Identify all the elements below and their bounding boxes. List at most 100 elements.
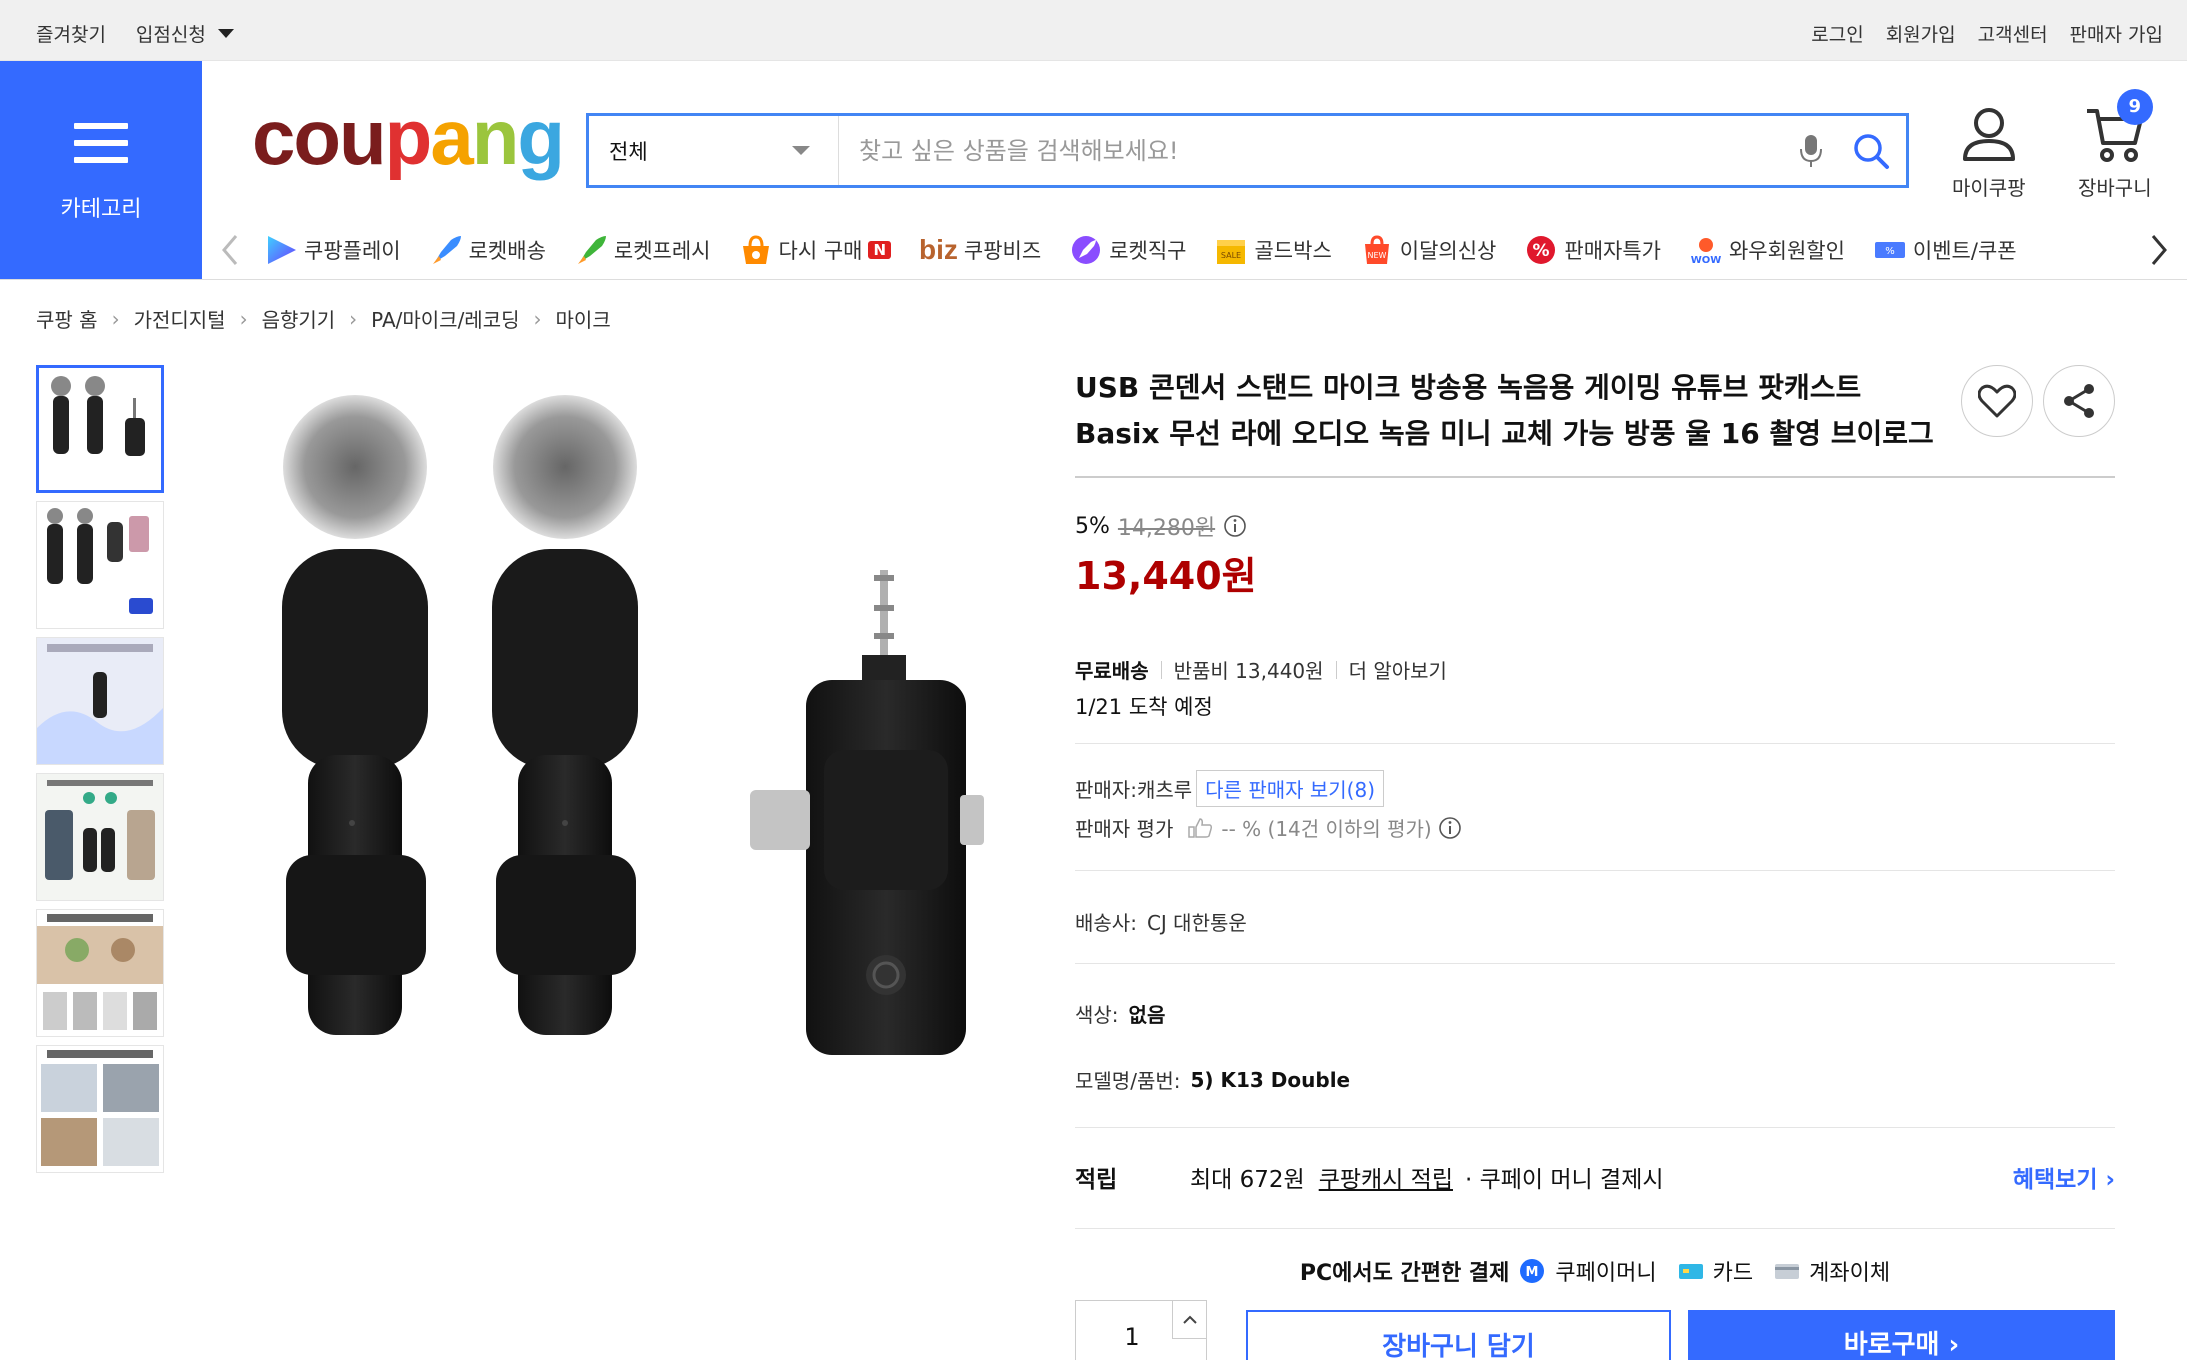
learn-more-link[interactable]: 더 알아보기 (1349, 655, 1447, 684)
original-price: 14,280원 (1117, 516, 1216, 541)
percent-badge-icon: % (1527, 236, 1556, 264)
divider (1075, 1127, 2115, 1128)
card-label: 카드 (1712, 1261, 1754, 1286)
discount-rate: 5% (1075, 513, 1110, 539)
product-thumbnail[interactable] (36, 773, 164, 901)
card-icon (1678, 1262, 1703, 1280)
nav-item-new-arrivals[interactable]: NEW 이달의신상 (1360, 234, 1497, 266)
wow-icon: WOW (1691, 238, 1721, 266)
nav-item-coupang-biz[interactable]: biz 쿠팡비즈 (919, 234, 1041, 266)
chevron-right-icon: › (349, 306, 358, 331)
seller-row: 판매자: 캐츠루 다른 판매자 보기(8) (1075, 770, 1385, 807)
coupang-logo[interactable]: coupang (252, 98, 565, 176)
breadcrumb-item[interactable]: 음향기기 (262, 304, 336, 333)
search-button[interactable] (1836, 116, 1906, 185)
product-thumbnail[interactable] (36, 365, 164, 493)
hamburger-icon (74, 123, 128, 174)
wishlist-button[interactable] (1961, 365, 2033, 437)
divider (1075, 476, 2115, 478)
nav-item-rebuy[interactable]: 다시 구매 N (739, 234, 892, 266)
divider (1075, 743, 2115, 744)
product-thumbnail[interactable] (36, 1045, 164, 1173)
microphone-icon (1800, 134, 1822, 167)
nav-label: 이달의신상 (1399, 239, 1497, 263)
info-icon[interactable] (1223, 514, 1247, 538)
nav-item-wow-discount[interactable]: WOW 와우회원할인 (1689, 234, 1845, 266)
breadcrumb-item[interactable]: 쿠팡 홈 (36, 304, 98, 333)
seller-name[interactable]: 캐츠루 (1137, 774, 1192, 803)
category-menu-button[interactable]: 카테고리 (0, 61, 202, 279)
info-icon[interactable] (1438, 816, 1462, 840)
cart-button[interactable]: 9 장바구니 (2078, 89, 2153, 201)
thumbs-up-icon (1188, 817, 1213, 838)
nav-label: 로켓직구 (1109, 239, 1187, 263)
shipping-row: 무료배송 반품비 13,440원 더 알아보기 (1075, 655, 1447, 684)
benefit-link[interactable]: 혜택보기 › (2013, 1160, 2115, 1194)
nav-label: 쿠팡비즈 (963, 239, 1042, 263)
breadcrumb-item[interactable]: 마이크 (556, 304, 611, 333)
nav-item-events-coupons[interactable]: % 이벤트/쿠폰 (1873, 234, 2017, 266)
seller-rating-value: -- % (14건 이하의 평가) (1221, 817, 1432, 841)
cart-label: 장바구니 (2078, 176, 2152, 200)
coupang-cash-link[interactable]: 쿠팡캐시 적립 (1319, 1160, 1453, 1194)
search-input[interactable] (839, 116, 1786, 185)
rebuy-icon (742, 235, 769, 264)
color-option-row[interactable]: 색상: 없음 (1075, 999, 1165, 1028)
breadcrumb-item[interactable]: 가전디지털 (134, 304, 226, 333)
play-icon (268, 236, 296, 264)
nav-label: 로켓배송 (468, 239, 546, 263)
seller-rating-row: 판매자 평가 -- % (14건 이하의 평가) (1075, 813, 1462, 842)
chevron-left-icon (222, 235, 238, 265)
search-scope-value: 전체 (609, 139, 648, 164)
breadcrumb: 쿠팡 홈 › 가전디지털 › 음향기기 › PA/마이크/레코딩 › 마이크 (36, 304, 611, 333)
arrival-date: 1/21 도착 예정 (1075, 695, 1213, 719)
carrier-label: 배송사: (1075, 911, 1137, 935)
nav-next-button[interactable] (2149, 234, 2169, 270)
main-product-image[interactable] (250, 365, 1050, 1185)
chevron-down-icon (792, 146, 810, 155)
chevron-up-icon (1182, 1315, 1197, 1324)
nav-item-rocket-delivery[interactable]: 로켓배송 (429, 234, 546, 266)
login-link[interactable]: 로그인 (1811, 20, 1863, 47)
nav-label: 와우회원할인 (1728, 239, 1845, 263)
free-shipping-label: 무료배송 (1075, 659, 1149, 683)
product-title: USB 콘덴서 스탠드 마이크 방송용 녹음용 게이밍 유튜브 팟캐스트 Bas… (1075, 371, 1934, 450)
nav-item-rocket-fresh[interactable]: 로켓프레시 (574, 234, 711, 266)
color-label: 색상: (1075, 1003, 1119, 1027)
quantity-stepper[interactable]: 1 (1075, 1300, 1207, 1360)
seller-apply-dropdown[interactable]: 입점신청 (136, 20, 234, 47)
breadcrumb-item[interactable]: PA/마이크/레코딩 (371, 304, 519, 333)
product-thumbnail[interactable] (36, 501, 164, 629)
signup-link[interactable]: 회원가입 (1886, 20, 1956, 47)
product-thumbnail[interactable] (36, 637, 164, 765)
product-thumbnail[interactable] (36, 909, 164, 1037)
chevron-right-icon: › (239, 306, 248, 331)
model-option-row[interactable]: 모델명/품번: 5) K13 Double (1075, 1065, 1350, 1094)
buy-now-button[interactable]: 바로구매 › (1688, 1310, 2115, 1360)
goldbox-icon: SALE (1217, 240, 1246, 264)
chevron-right-icon: › (533, 306, 542, 331)
other-sellers-button[interactable]: 다른 판매자 보기(8) (1196, 770, 1385, 807)
quantity-increase-button[interactable] (1172, 1301, 1206, 1339)
add-to-cart-button[interactable]: 장바구니 담기 (1246, 1310, 1671, 1360)
share-button[interactable] (2043, 365, 2115, 437)
coupay-money-label: 쿠페이머니 (1555, 1261, 1657, 1286)
favorites-link[interactable]: 즐겨찾기 (36, 20, 106, 47)
nav-item-rocket-global[interactable]: 로켓직구 (1069, 234, 1186, 266)
customer-center-link[interactable]: 고객센터 (1978, 20, 2048, 47)
nav-item-seller-deals[interactable]: % 판매자특가 (1524, 234, 1661, 266)
rocket-global-icon (1072, 236, 1101, 264)
divider (1075, 870, 2115, 871)
svg-text:%: % (1885, 246, 1895, 257)
discount-row: 5% 14,280원 (1075, 510, 1247, 542)
svg-text:M: M (1526, 1265, 1539, 1280)
search-scope-select[interactable]: 전체 (589, 116, 839, 185)
divider (1075, 963, 2115, 964)
seller-signup-link[interactable]: 판매자 가입 (2070, 20, 2163, 47)
voice-search-button[interactable] (1786, 116, 1836, 185)
nav-item-goldbox[interactable]: SALE 골드박스 (1214, 234, 1332, 266)
nav-prev-button[interactable] (220, 234, 240, 270)
nav-item-coupang-play[interactable]: 쿠팡플레이 (264, 234, 401, 266)
my-coupang-button[interactable]: 마이쿠팡 (1952, 105, 2026, 201)
nav-label: 골드박스 (1254, 239, 1332, 263)
